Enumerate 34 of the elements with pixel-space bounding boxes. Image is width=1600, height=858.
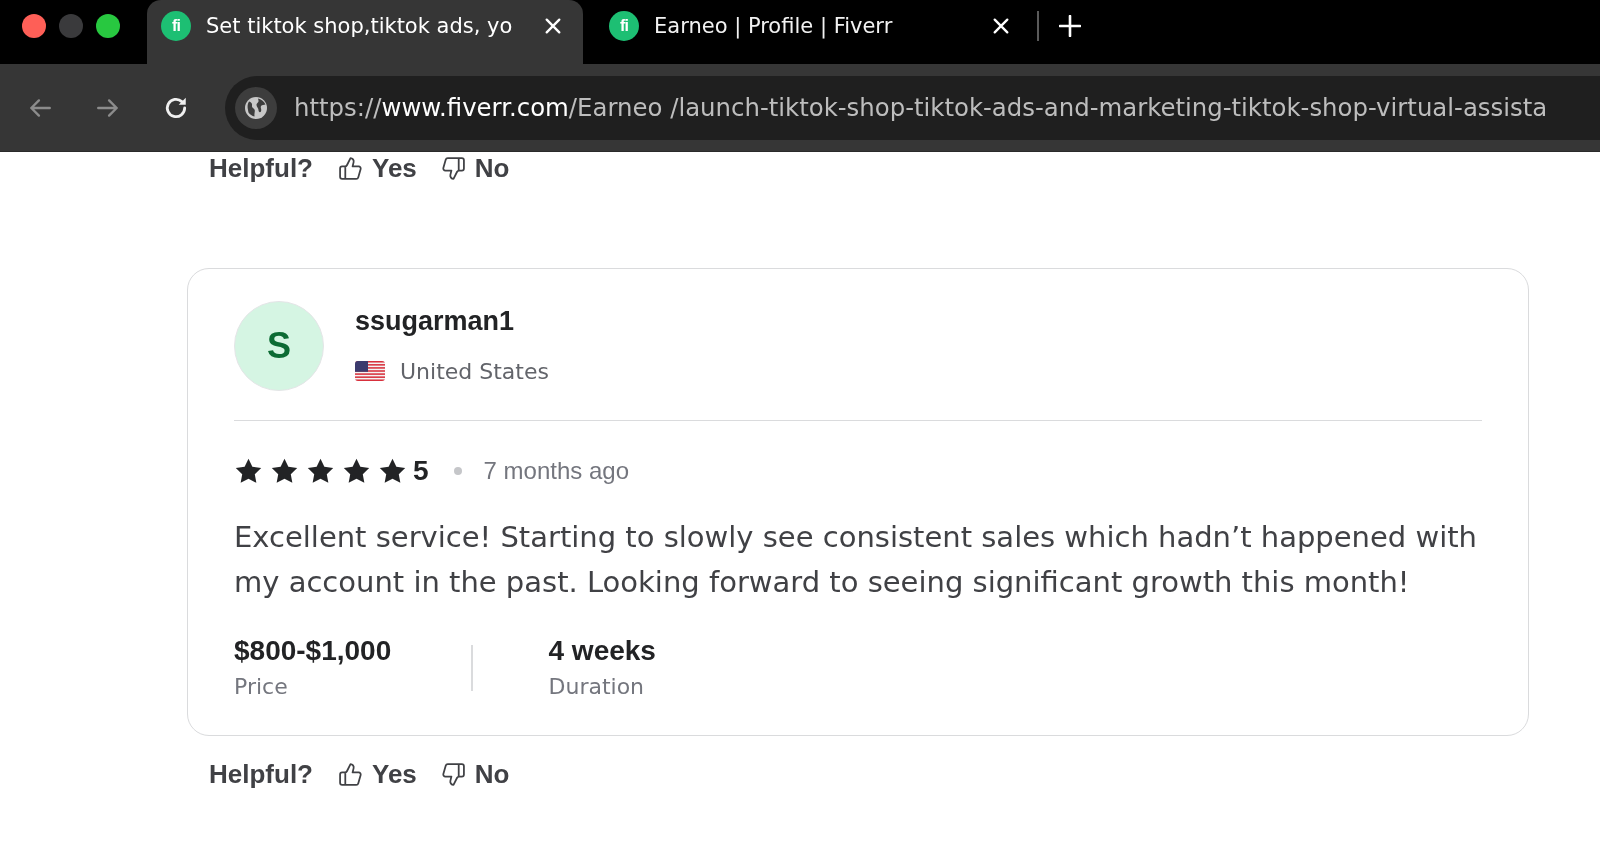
- no-button[interactable]: No: [440, 152, 510, 184]
- rating-value: 5: [413, 455, 429, 487]
- address-bar[interactable]: https://www.fiverr.com/Earneo /launch-tiktok-shop-tiktok-ads-and-marketing-tiktok-shop-virtual-assista: [225, 75, 1600, 140]
- close-window-icon[interactable]: [22, 14, 46, 38]
- price-label: Price: [234, 673, 288, 701]
- plus-icon[interactable]: [1059, 15, 1081, 37]
- helpful-label: Helpful?: [209, 152, 313, 184]
- site-favicon: fi: [161, 11, 191, 41]
- thumbs-up-icon: [338, 155, 363, 181]
- username: ssugarman1: [355, 305, 515, 338]
- globe-icon[interactable]: [235, 86, 277, 129]
- thumbs-up-icon: [338, 761, 363, 787]
- duration-value: 4 weeks: [548, 634, 656, 668]
- thumbs-down-icon: [440, 155, 466, 181]
- duration-label: Duration: [548, 673, 645, 701]
- price-value: $800-$1,000: [234, 634, 392, 668]
- review-time: 7 months ago: [483, 457, 629, 485]
- browser-tab[interactable]: fi Set tiktok shop,tiktok ads, yo: [147, 0, 583, 64]
- browser-tab[interactable]: fi Earneo | Profile | Fiverr: [595, 0, 1031, 64]
- dot-icon: [453, 467, 462, 475]
- close-icon[interactable]: [992, 17, 1010, 35]
- helpful-label: Helpful?: [209, 758, 313, 790]
- flag-icon: [355, 361, 385, 381]
- review-text: Excellent service! Starting to slowly see consistent sales which hadn’t happened with my account in the past. Looking forward to seeing significant growth this month!: [234, 519, 1478, 601]
- no-button[interactable]: No: [440, 758, 510, 790]
- thumbs-down-icon: [440, 761, 466, 787]
- yes-button[interactable]: Yes: [338, 152, 417, 184]
- country-name: United States: [400, 358, 549, 384]
- user-avatar: S: [234, 301, 324, 391]
- close-icon[interactable]: [544, 17, 562, 35]
- site-favicon: fi: [609, 11, 639, 41]
- url-text: https://www.fiverr.com/Earneo /launch-tiktok-shop-tiktok-ads-and-marketing-tiktok-shop-virtual-assista: [294, 93, 1548, 122]
- maximize-window-icon[interactable]: [96, 14, 120, 38]
- yes-button[interactable]: Yes: [338, 758, 417, 790]
